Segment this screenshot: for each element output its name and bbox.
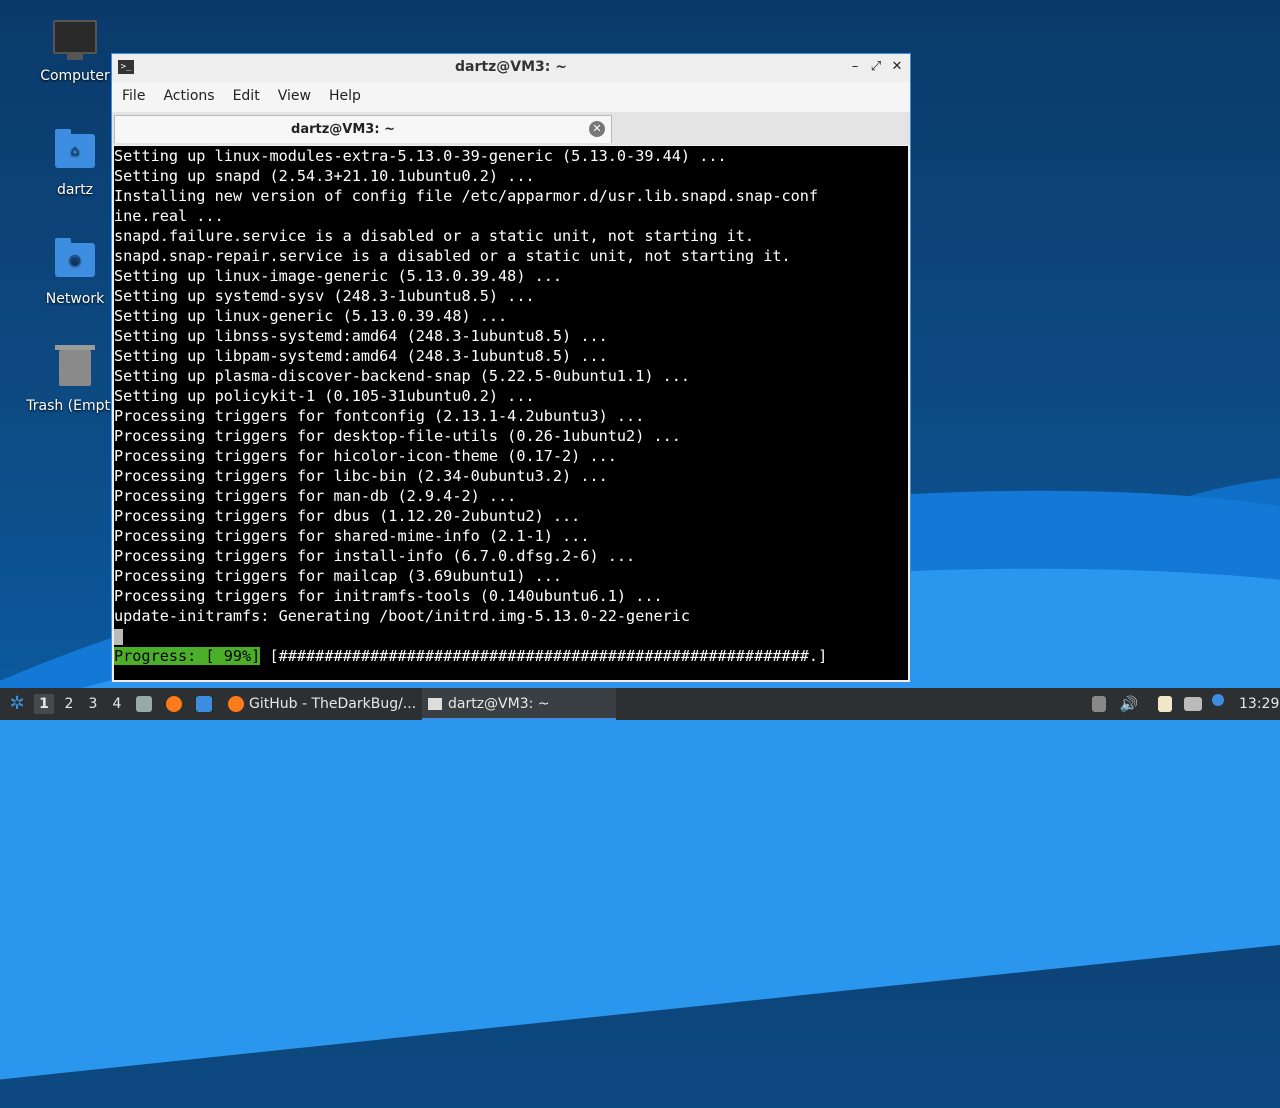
terminal-line: Processing triggers for hicolor-icon-the…	[114, 447, 617, 465]
clock[interactable]: 13:29	[1239, 688, 1279, 720]
desktop-icon-label: dartz	[56, 182, 94, 198]
workspace-3[interactable]: 3	[84, 688, 102, 720]
menubar: File Actions Edit View Help	[112, 82, 910, 112]
close-icon[interactable]: ✕	[888, 58, 906, 76]
terminal-line: ine.real ...	[114, 207, 224, 225]
minimize-icon[interactable]: –	[846, 58, 864, 76]
terminal-line: Setting up linux-generic (5.13.0.39.48) …	[114, 307, 508, 325]
terminal-task-icon	[428, 698, 442, 710]
menu-file[interactable]: File	[112, 82, 153, 104]
task-terminal-label: dartz@VM3: ~	[448, 696, 550, 712]
menu-edit[interactable]: Edit	[223, 82, 268, 104]
terminal-line: Setting up plasma-discover-backend-snap …	[114, 367, 691, 385]
desktop-icon-computer[interactable]: Computer	[25, 18, 125, 84]
update-notifier-icon[interactable]	[1212, 694, 1224, 706]
terminal-line: Processing triggers for initramfs-tools …	[114, 587, 663, 605]
firefox-task-icon	[228, 696, 244, 712]
terminal-line: Processing triggers for libc-bin (2.34-0…	[114, 467, 608, 485]
window-titlebar[interactable]: >_ dartz@VM3: ~ – ⤢ ✕	[112, 54, 910, 82]
menu-view[interactable]: View	[268, 82, 319, 104]
desktop-icon-trash[interactable]: Trash (Empty)	[25, 345, 125, 414]
terminal-line: Processing triggers for man-db (2.9.4-2)…	[114, 487, 517, 505]
window-title: dartz@VM3: ~	[455, 59, 567, 75]
tab-title: dartz@VM3: ~	[291, 122, 395, 137]
close-tab-icon[interactable]: ✕	[589, 121, 605, 137]
terminal-line: Processing triggers for dbus (1.12.20-2u…	[114, 507, 581, 525]
desktop-icon-home[interactable]: ⌂ dartz	[25, 128, 125, 198]
progress-label: Progress: [ 99%]	[114, 647, 261, 665]
terminal-line: Processing triggers for fontconfig (2.13…	[114, 407, 645, 425]
taskbar: ✲ 1 2 3 4 GitHub - TheDarkBug/... dartz@…	[0, 688, 1280, 720]
workspace-4[interactable]: 4	[108, 688, 126, 720]
trash-icon	[53, 345, 97, 394]
maximize-icon[interactable]: ⤢	[867, 58, 885, 76]
terminal-window: >_ dartz@VM3: ~ – ⤢ ✕ File Actions Edit Vie…	[111, 53, 911, 683]
workspace-2[interactable]: 2	[60, 688, 78, 720]
menu-help[interactable]: Help	[319, 82, 369, 104]
tab-bar: dartz@VM3: ~ ✕	[112, 112, 910, 145]
volume-icon[interactable]: 🔊	[1119, 688, 1139, 720]
cursor-line	[114, 626, 908, 646]
terminal-line: Processing triggers for shared-mime-info…	[114, 527, 590, 545]
task-github-firefox[interactable]: GitHub - TheDarkBug/...	[249, 688, 419, 720]
desktop-icon-label: Computer	[40, 68, 110, 84]
tray-expand-icon[interactable]	[1092, 696, 1106, 712]
progress-line: Progress: [ 99%] [######################…	[114, 646, 827, 666]
terminal-line: Setting up snapd (2.54.3+21.10.1ubuntu0.…	[114, 167, 535, 185]
workspace-1[interactable]: 1	[34, 694, 54, 714]
terminal-line: Processing triggers for install-info (6.…	[114, 547, 636, 565]
computer-icon	[53, 20, 97, 64]
text-cursor	[114, 628, 123, 645]
firefox-icon[interactable]	[166, 696, 182, 712]
terminal-line: Setting up policykit-1 (0.105-31ubuntu0.…	[114, 387, 535, 405]
terminal-line: update-initramfs: Generating /boot/initr…	[114, 607, 691, 625]
terminal-line: Setting up linux-modules-extra-5.13.0-39…	[114, 147, 727, 165]
terminal-line: Processing triggers for desktop-file-uti…	[114, 427, 681, 445]
terminal-line: snapd.failure.service is a disabled or a…	[114, 227, 755, 245]
network-folder-icon: ◉	[53, 238, 97, 287]
desktop-icon-label: Network	[45, 291, 105, 307]
terminal-line: Setting up linux-image-generic (5.13.0.3…	[114, 267, 563, 285]
terminal-line: Installing new version of config file /e…	[114, 187, 819, 205]
network-tray-icon[interactable]	[1184, 697, 1202, 711]
clipboard-icon[interactable]	[1158, 696, 1172, 712]
app-menu-icon[interactable]: ✲	[6, 688, 28, 720]
desktop-icon-label: Trash (Empty)	[26, 398, 124, 414]
menu-actions[interactable]: Actions	[153, 82, 222, 104]
home-folder-icon: ⌂	[53, 129, 97, 178]
terminal-line: Setting up libnss-systemd:amd64 (248.3-1…	[114, 327, 608, 345]
terminal-line: snapd.snap-repair.service is a disabled …	[114, 247, 791, 265]
terminal-line: Setting up libpam-systemd:amd64 (248.3-1…	[114, 347, 608, 365]
terminal-line: Setting up systemd-sysv (248.3-1ubuntu8.…	[114, 287, 535, 305]
file-manager-icon[interactable]	[136, 696, 152, 712]
tab-terminal[interactable]: dartz@VM3: ~ ✕	[114, 115, 612, 143]
desktop-icon-network[interactable]: ◉ Network	[25, 237, 125, 307]
terminal-output[interactable]: Setting up linux-modules-extra-5.13.0-39…	[114, 146, 908, 680]
task-terminal[interactable]: dartz@VM3: ~	[422, 688, 616, 720]
show-desktop-icon[interactable]	[196, 696, 212, 712]
terminal-line: Processing triggers for mailcap (3.69ubu…	[114, 567, 563, 585]
progress-bar-text: [#######################################…	[260, 647, 828, 665]
